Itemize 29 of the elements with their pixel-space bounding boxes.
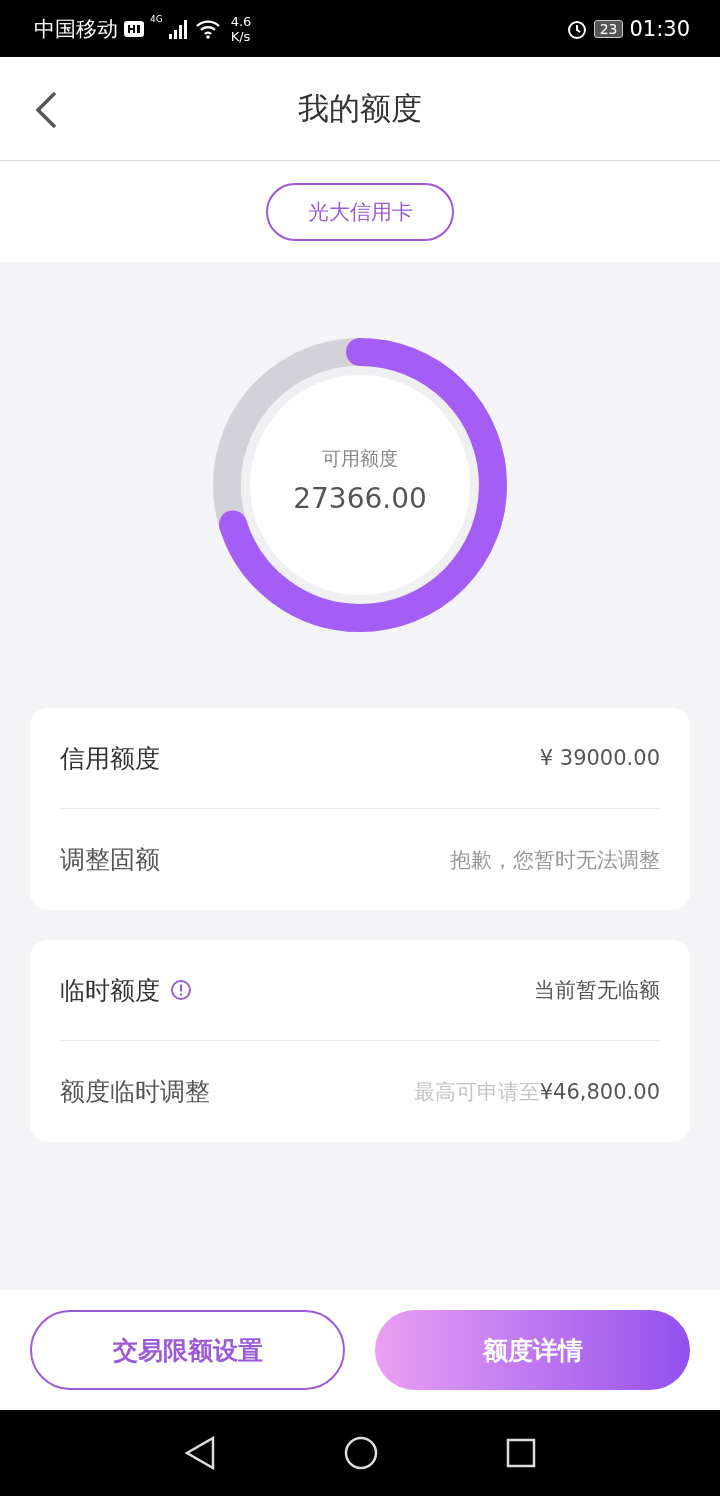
limit-hint: 最高可申请至 <box>413 1078 540 1106</box>
row-value: 当前暂无临额 <box>534 977 660 1004</box>
network-type: 4G <box>150 14 163 24</box>
carrier-name: 中国移动 <box>34 15 118 43</box>
hd-icon <box>124 20 144 37</box>
row-value: 抱歉，您暂时无法调整 <box>450 846 660 874</box>
info-icon[interactable] <box>170 979 192 1001</box>
row-value: ¥46,800.00 <box>539 1079 660 1104</box>
signal-icon <box>168 18 189 39</box>
row-label: 信用额度 <box>60 742 160 775</box>
details-button[interactable]: 额度详情 <box>375 1310 690 1390</box>
row-label: 额度临时调整 <box>60 1076 210 1108</box>
ring-label: 可用额度 <box>322 445 398 471</box>
recents-nav-icon[interactable] <box>506 1438 536 1468</box>
battery-level: 23 <box>593 19 624 38</box>
row-value: ¥ 39000.00 <box>539 746 660 770</box>
home-nav-icon[interactable] <box>344 1436 378 1470</box>
page-title: 我的额度 <box>298 88 422 128</box>
speed-unit: K/s <box>230 28 252 44</box>
wifi-icon <box>194 18 221 39</box>
available-amount: 27366.00 <box>293 481 427 515</box>
back-nav-icon[interactable] <box>184 1436 216 1470</box>
clock: 01:30 <box>629 16 690 41</box>
speed-value: 4.6 <box>230 13 252 29</box>
back-icon[interactable] <box>34 91 58 129</box>
row-label: 临时额度 <box>60 974 160 1007</box>
limit-settings-button[interactable]: 交易限额设置 <box>30 1310 345 1390</box>
card-selector[interactable]: 光大信用卡 <box>266 182 454 241</box>
row-label: 调整固额 <box>60 844 160 876</box>
